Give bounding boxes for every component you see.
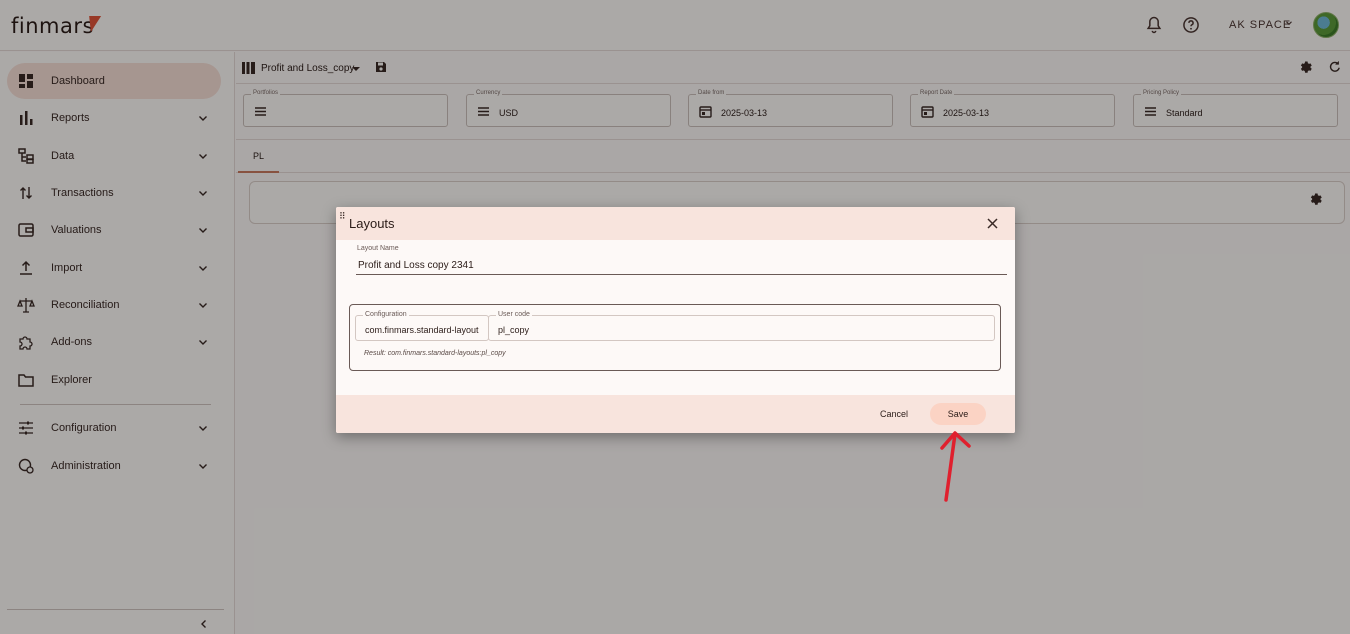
user-code-group: Configuration com.finmars.standard-layou… (349, 304, 1001, 371)
result-preview: Result: com.finmars.standard-layouts:pl_… (364, 350, 506, 357)
layout-name-input[interactable] (356, 257, 1007, 275)
dialog-header: ⠿ Layouts (336, 207, 1015, 240)
user-code-field[interactable]: User code pl_copy (488, 311, 995, 341)
configuration-field[interactable]: Configuration com.finmars.standard-layou… (355, 311, 489, 341)
drag-handle-icon[interactable]: ⠿ (339, 212, 346, 221)
layout-name-label: Layout Name (357, 245, 399, 252)
user-code-value: pl_copy (498, 325, 530, 335)
dialog-footer: Cancel Save (336, 395, 1015, 433)
save-button[interactable]: Save (930, 403, 986, 425)
layouts-dialog: ⠿ Layouts Layout Name Configuration com.… (336, 207, 1015, 433)
configuration-value: com.finmars.standard-layout (365, 325, 479, 335)
configuration-label: Configuration (363, 311, 409, 318)
close-icon[interactable] (986, 217, 999, 230)
cancel-button[interactable]: Cancel (871, 405, 917, 423)
dialog-title: Layouts (349, 216, 395, 231)
user-code-label: User code (496, 311, 532, 318)
annotation-arrow-icon (940, 431, 971, 502)
